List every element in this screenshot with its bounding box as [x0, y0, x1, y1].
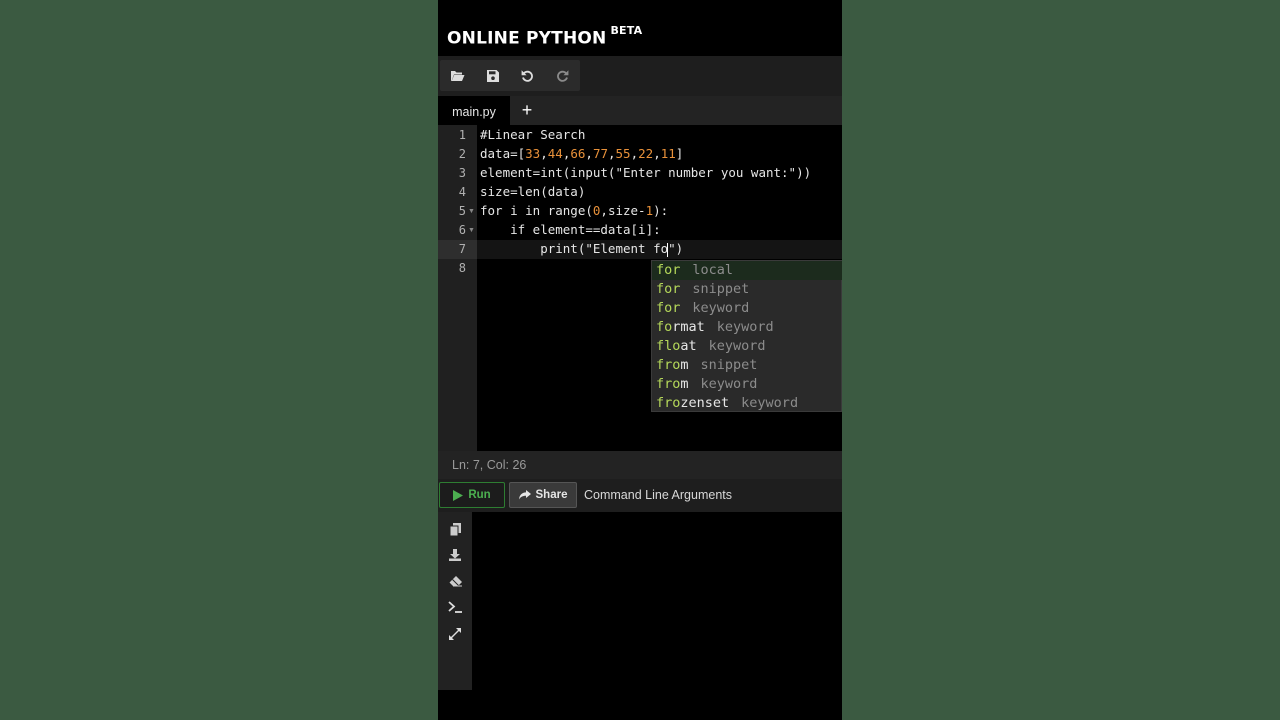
autocomplete-meta: snippet: [700, 357, 758, 373]
code-line: for i in range(0,size-1):: [480, 203, 669, 218]
code-line: size=len(data): [480, 184, 586, 199]
autocomplete-meta: keyword: [716, 319, 774, 335]
autocomplete-item[interactable]: for local: [652, 261, 842, 280]
text-cursor: [667, 242, 669, 257]
plus-icon: +: [521, 100, 533, 120]
line-number: 3: [458, 166, 466, 180]
save-icon: [486, 69, 499, 82]
line-number: 8: [458, 261, 466, 275]
redo-icon: [557, 70, 569, 82]
online-python-app: ONLINE PYTHON BETA main.py + 1 2 3 4 5 ▼…: [438, 0, 842, 720]
autocomplete-match: for: [656, 281, 681, 297]
code-line: element=int(input("Enter number you want…: [480, 165, 812, 180]
toolbar: [438, 56, 842, 96]
fullscreen-button[interactable]: [447, 626, 463, 642]
run-button-label: Run: [468, 489, 491, 501]
autocomplete-match: for: [656, 262, 681, 278]
undo-button[interactable]: [510, 60, 545, 91]
console-sidebar: [438, 512, 472, 690]
app-title: ONLINE PYTHON BETA: [447, 24, 643, 49]
status-bar: Ln: 7, Col: 26: [438, 451, 842, 479]
autocomplete-item[interactable]: from snippet: [652, 356, 842, 375]
autocomplete-match: flo: [656, 338, 681, 354]
autocomplete-rest: at: [680, 338, 697, 354]
download-icon: [449, 549, 461, 561]
run-bar: Run Share: [438, 479, 842, 512]
copy-icon: [449, 522, 461, 536]
folder-open-icon: [451, 70, 465, 81]
beta-badge: BETA: [610, 24, 643, 37]
line-number: 2: [458, 147, 466, 161]
interactive-terminal-button[interactable]: [447, 599, 463, 615]
fold-arrow-icon[interactable]: ▼: [468, 202, 476, 221]
autocomplete-rest: m: [680, 376, 689, 392]
code-line: print("Element fo"): [480, 241, 684, 257]
output-console[interactable]: [438, 512, 842, 690]
autocomplete-meta: keyword: [741, 395, 799, 411]
autocomplete-match: for: [656, 300, 681, 316]
autocomplete-rest: rmat: [672, 319, 705, 335]
fold-arrow-icon[interactable]: ▼: [468, 221, 476, 240]
autocomplete-match: fro: [656, 376, 681, 392]
autocomplete-item[interactable]: frozenset keyword: [652, 394, 842, 413]
download-output-button[interactable]: [447, 547, 463, 563]
run-button[interactable]: Run: [439, 482, 505, 508]
autocomplete-item[interactable]: for keyword: [652, 299, 842, 318]
autocomplete-meta: snippet: [692, 281, 750, 297]
clear-output-button[interactable]: [447, 573, 463, 589]
autocomplete-popup: for local for snippet for keyword format key…: [651, 260, 842, 412]
expand-icon: [449, 628, 461, 640]
terminal-prompt-icon: [448, 601, 462, 613]
code-line: if element==data[i]:: [480, 222, 661, 237]
share-button[interactable]: Share: [509, 482, 577, 508]
autocomplete-rest: m: [680, 357, 689, 373]
code-line: #Linear Search: [480, 127, 586, 142]
autocomplete-item[interactable]: for snippet: [652, 280, 842, 299]
share-button-label: Share: [535, 489, 568, 501]
autocomplete-item[interactable]: from keyword: [652, 375, 842, 394]
file-tabs: main.py +: [438, 96, 842, 125]
share-icon: [518, 490, 531, 500]
autocomplete-meta: keyword: [692, 300, 750, 316]
save-button[interactable]: [475, 60, 510, 91]
line-number: 1: [458, 128, 466, 142]
autocomplete-rest: zenset: [680, 395, 730, 411]
command-line-arguments-input[interactable]: [578, 482, 842, 508]
autocomplete-match: fro: [656, 357, 681, 373]
copy-output-button[interactable]: [447, 521, 463, 537]
play-icon: [453, 489, 464, 501]
line-number: 5: [458, 204, 466, 218]
autocomplete-meta: local: [692, 262, 734, 278]
autocomplete-meta: keyword: [708, 338, 766, 354]
redo-button[interactable]: [545, 60, 580, 91]
toolbar-button-group: [440, 60, 580, 91]
autocomplete-item[interactable]: float keyword: [652, 337, 842, 356]
line-number: 7: [458, 242, 466, 256]
autocomplete-match: fro: [656, 395, 681, 411]
line-number: 4: [458, 185, 466, 199]
undo-icon: [521, 70, 533, 82]
add-tab-button[interactable]: +: [517, 96, 537, 125]
eraser-icon: [449, 575, 462, 586]
line-number: 6: [458, 223, 466, 237]
autocomplete-meta: keyword: [700, 376, 758, 392]
app-title-text: ONLINE PYTHON: [447, 28, 607, 49]
open-file-button[interactable]: [440, 60, 475, 91]
code-line: data=[33,44,66,77,55,22,11]: [480, 146, 684, 161]
bottom-padding: [438, 690, 842, 720]
autocomplete-item[interactable]: format keyword: [652, 318, 842, 337]
autocomplete-match: fo: [656, 319, 673, 335]
tab-main-py[interactable]: main.py: [438, 96, 510, 125]
